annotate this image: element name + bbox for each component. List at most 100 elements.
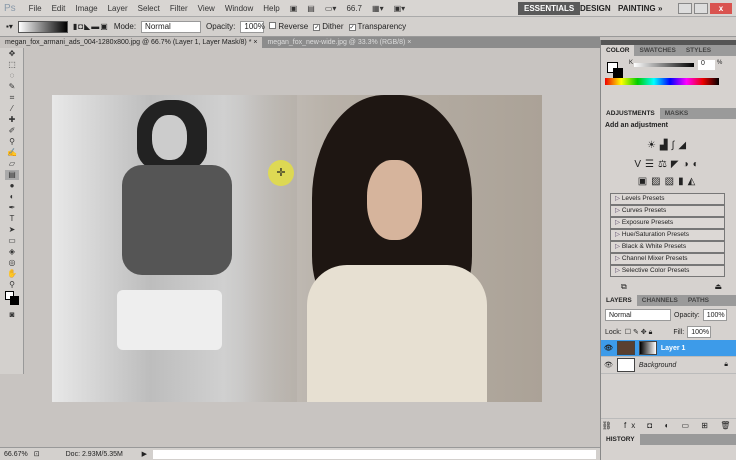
- preset-hue-saturation[interactable]: Hue/Saturation Presets: [610, 229, 725, 241]
- opacity-input[interactable]: 100%: [240, 20, 265, 33]
- return-icon[interactable]: ⏏: [714, 282, 722, 295]
- menu-filter[interactable]: Filter: [170, 4, 188, 13]
- adjustment-icons-row-2[interactable]: V☰⚖◤◑◐: [601, 156, 736, 173]
- preset-curves[interactable]: Curves Presets: [610, 205, 725, 217]
- view-extras-icon[interactable]: ▭▾: [325, 4, 337, 13]
- transparency-checkbox[interactable]: ✓: [348, 24, 356, 31]
- preset-channel-mixer[interactable]: Channel Mixer Presets: [610, 253, 725, 265]
- gradient-tool-icon[interactable]: ▤: [5, 170, 19, 180]
- quick-select-tool-icon[interactable]: ✎: [5, 82, 19, 92]
- type-tool-icon[interactable]: T: [5, 214, 19, 224]
- screen-mode-icon[interactable]: ▣▾: [394, 4, 406, 13]
- fill-input[interactable]: 100%: [687, 326, 712, 338]
- preset-levels[interactable]: Levels Presets: [610, 193, 725, 205]
- visibility-eye-icon[interactable]: 👁︎: [601, 361, 613, 369]
- menu-edit[interactable]: Edit: [52, 4, 66, 13]
- layer-row-background[interactable]: 👁︎ Background 🔒︎: [601, 357, 736, 374]
- workspace-design[interactable]: DESIGN: [574, 2, 617, 15]
- path-select-tool-icon[interactable]: ➤: [5, 225, 19, 235]
- zoom-level-select[interactable]: 66.7: [346, 4, 362, 13]
- background-swatch[interactable]: [613, 68, 623, 78]
- tab-masks[interactable]: MASKS: [660, 108, 693, 119]
- color-ramp[interactable]: [605, 78, 719, 85]
- horizontal-scrollbar[interactable]: [153, 449, 596, 459]
- gradient-type-buttons[interactable]: ▮◘◣▬▣: [73, 22, 109, 31]
- tab-label: megan_fox_new-wide.jpg @ 33.3% (RGB/8): [267, 39, 406, 46]
- 3d-rotate-tool-icon[interactable]: ◈: [5, 247, 19, 257]
- adjustment-icons-row-3[interactable]: ▣▨▧▮◭: [601, 173, 736, 193]
- color-panel: K 0 %: [601, 56, 736, 108]
- eyedropper-tool-icon[interactable]: ⁄: [5, 104, 19, 114]
- crop-tool-icon[interactable]: ⌗: [5, 93, 19, 103]
- status-options-icon[interactable]: ⊡: [34, 450, 40, 458]
- visibility-eye-icon[interactable]: 👁︎: [601, 344, 613, 352]
- layer-row-layer-1[interactable]: 👁︎ Layer 1: [601, 340, 736, 357]
- history-brush-tool-icon[interactable]: ✍: [5, 148, 19, 158]
- tab-history[interactable]: HISTORY: [601, 434, 640, 445]
- canvas-image[interactable]: [52, 95, 542, 402]
- tab-channels[interactable]: CHANNELS: [637, 295, 683, 306]
- mini-bridge-icon[interactable]: ▤: [307, 4, 315, 13]
- dither-checkbox[interactable]: ✓: [313, 24, 321, 31]
- tab-paths[interactable]: PATHS: [683, 295, 714, 306]
- layer-opacity-input[interactable]: 100%: [702, 309, 727, 321]
- marquee-tool-icon[interactable]: ⬚: [5, 60, 19, 70]
- restore-button[interactable]: [694, 3, 708, 14]
- menu-select[interactable]: Select: [138, 4, 160, 13]
- mode-select[interactable]: Normal: [141, 20, 202, 33]
- pen-tool-icon[interactable]: ✒: [5, 203, 19, 213]
- tab-document-1[interactable]: megan_fox_armani_ads_004-1280x800.jpg @ …: [0, 37, 263, 48]
- bridge-icon[interactable]: ▣: [290, 4, 298, 13]
- adjustment-icons-row-1[interactable]: ☀▟∫◢: [601, 132, 736, 156]
- layers-panel-footer-icons[interactable]: ⛓ fx ◘ ◐ ▭ ⊞ 🗑︎: [601, 418, 736, 432]
- menu-image[interactable]: Image: [75, 4, 97, 13]
- preset-selective-color[interactable]: Selective Color Presets: [610, 265, 725, 277]
- tab-document-2[interactable]: megan_fox_new-wide.jpg @ 33.3% (RGB/8) ×: [262, 37, 416, 48]
- blend-mode-select[interactable]: Normal: [605, 309, 671, 321]
- move-tool-icon[interactable]: ✥: [5, 49, 19, 59]
- foreground-background-colors[interactable]: [5, 291, 19, 309]
- tool-preset-picker[interactable]: ▪▾: [6, 22, 13, 31]
- tab-color[interactable]: COLOR: [601, 45, 635, 56]
- menu-layer[interactable]: Layer: [108, 4, 128, 13]
- tab-label: megan_fox_armani_ads_004-1280x800.jpg @ …: [5, 39, 252, 46]
- preset-black-white[interactable]: Black & White Presets: [610, 241, 725, 253]
- menu-file[interactable]: File: [29, 4, 42, 13]
- dodge-tool-icon[interactable]: ◐: [5, 192, 19, 202]
- gradient-picker[interactable]: [17, 20, 68, 33]
- eraser-tool-icon[interactable]: ▱: [5, 159, 19, 169]
- tab-styles[interactable]: STYLES: [681, 45, 716, 56]
- preset-exposure[interactable]: Exposure Presets: [610, 217, 725, 229]
- zoom-tool-icon[interactable]: ⚲: [5, 280, 19, 290]
- quick-mask-icon[interactable]: ◙: [5, 310, 19, 320]
- shape-tool-icon[interactable]: ▭: [5, 236, 19, 246]
- lasso-tool-icon[interactable]: ◌: [5, 71, 19, 81]
- bw-face: [152, 115, 187, 160]
- clip-icon[interactable]: ⧉: [621, 282, 627, 295]
- arrange-documents-icon[interactable]: ▦▾: [372, 4, 384, 13]
- menu-help[interactable]: Help: [263, 4, 279, 13]
- status-menu-arrow[interactable]: ▶: [142, 450, 147, 458]
- layer-mask-thumbnail[interactable]: [638, 341, 657, 355]
- tab-layers[interactable]: LAYERS: [601, 295, 637, 306]
- healing-brush-tool-icon[interactable]: ✚: [5, 115, 19, 125]
- clone-stamp-tool-icon[interactable]: ⚲: [5, 137, 19, 147]
- tab-swatches[interactable]: SWATCHES: [634, 45, 680, 56]
- menu-view[interactable]: View: [198, 4, 215, 13]
- tab-adjustments[interactable]: ADJUSTMENTS: [601, 108, 660, 119]
- k-value-input[interactable]: 0: [698, 60, 715, 70]
- workspace-essentials[interactable]: ESSENTIALS: [518, 2, 581, 15]
- lock-icons[interactable]: ☐ ✎ ✥ 🔒︎: [625, 328, 653, 337]
- more-workspaces[interactable]: »: [652, 2, 668, 15]
- brush-tool-icon[interactable]: ✐: [5, 126, 19, 136]
- reverse-checkbox[interactable]: [269, 22, 277, 29]
- minimize-button[interactable]: [678, 3, 692, 14]
- k-slider[interactable]: [634, 63, 694, 67]
- blur-tool-icon[interactable]: ●: [5, 181, 19, 191]
- 3d-orbit-tool-icon[interactable]: ◎: [5, 258, 19, 268]
- hand-tool-icon[interactable]: ✋: [5, 269, 19, 279]
- zoom-percentage[interactable]: 66.67%: [4, 451, 28, 458]
- close-button[interactable]: x: [710, 3, 732, 14]
- history-panel-header[interactable]: HISTORY: [601, 434, 736, 445]
- menu-window[interactable]: Window: [225, 4, 253, 13]
